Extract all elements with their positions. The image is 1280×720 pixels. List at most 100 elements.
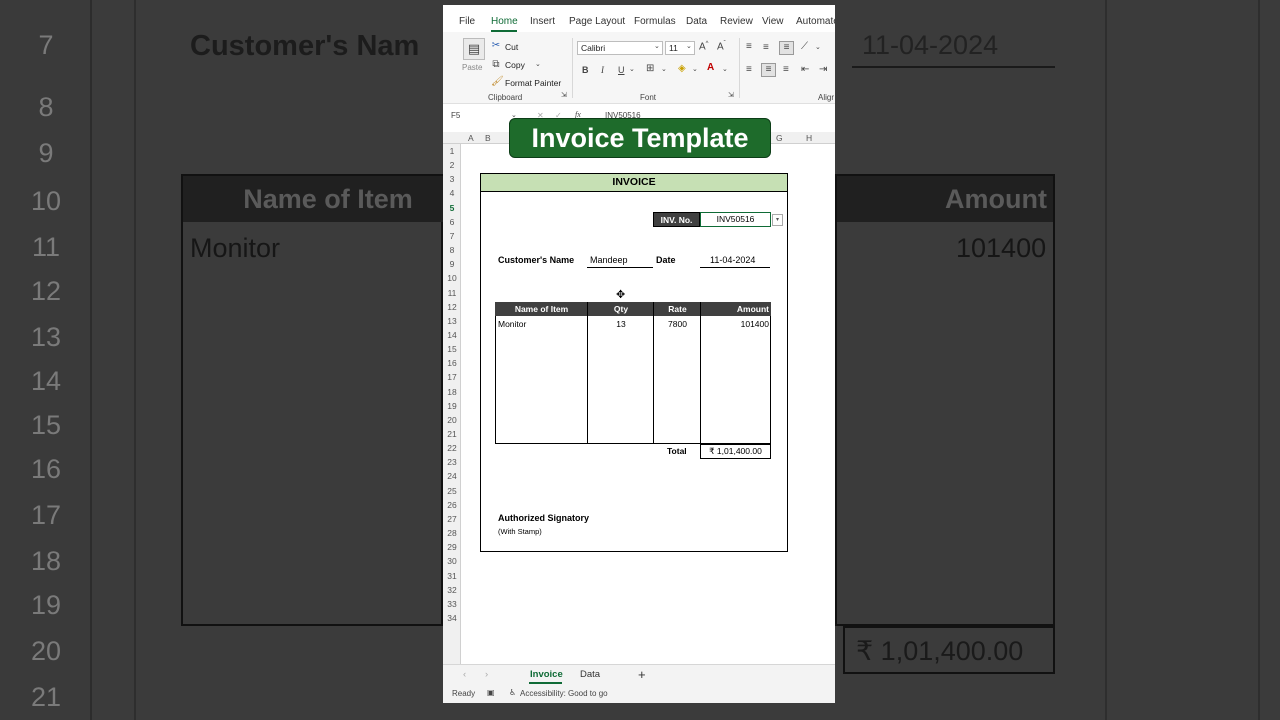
chevron-down-icon[interactable]: ⌄ bbox=[535, 60, 541, 68]
scroll-left-icon[interactable]: ‹ bbox=[463, 669, 466, 680]
invoice-number-label[interactable]: INV. No. bbox=[653, 212, 700, 227]
table-cell-item[interactable]: Monitor bbox=[498, 319, 526, 329]
row-header[interactable]: 20 bbox=[443, 415, 461, 425]
sheet-tab-invoice[interactable]: Invoice bbox=[530, 669, 563, 680]
row-header[interactable]: 29 bbox=[443, 542, 461, 552]
dialog-launcher-icon[interactable]: ⇲ bbox=[561, 91, 567, 99]
macro-record-icon[interactable]: ▣ bbox=[487, 688, 495, 697]
align-left-icon[interactable]: ≡ bbox=[746, 64, 752, 75]
table-header-qty[interactable]: Qty bbox=[588, 302, 654, 316]
row-header[interactable]: 28 bbox=[443, 528, 461, 538]
row-header[interactable]: 22 bbox=[443, 443, 461, 453]
table-header-item[interactable]: Name of Item bbox=[495, 302, 588, 316]
align-middle-icon[interactable]: ≡ bbox=[763, 42, 769, 53]
row-header[interactable]: 21 bbox=[443, 429, 461, 439]
paste-label[interactable]: Paste bbox=[462, 63, 482, 72]
row-header[interactable]: 16 bbox=[443, 358, 461, 368]
italic-button[interactable]: I bbox=[601, 65, 604, 75]
customer-name-label[interactable]: Customer's Name bbox=[498, 255, 574, 265]
borders-icon[interactable]: ⊞ bbox=[646, 63, 654, 74]
align-right-icon[interactable]: ≡ bbox=[783, 64, 789, 75]
chevron-down-icon[interactable]: ⌄ bbox=[722, 65, 728, 73]
tab-data[interactable]: Data bbox=[686, 16, 707, 27]
row-header[interactable]: 7 bbox=[443, 231, 461, 241]
row-header[interactable]: 19 bbox=[443, 401, 461, 411]
add-sheet-button[interactable]: + bbox=[638, 667, 646, 682]
row-header[interactable]: 13 bbox=[443, 316, 461, 326]
tab-automate[interactable]: Automate bbox=[796, 16, 835, 27]
chevron-down-icon[interactable]: ⌄ bbox=[661, 65, 667, 73]
decrease-indent-icon[interactable]: ⇤ bbox=[801, 64, 809, 75]
row-header[interactable]: 10 bbox=[443, 273, 461, 283]
align-center-icon[interactable]: ≡ bbox=[761, 63, 776, 77]
sheet-tab-data[interactable]: Data bbox=[580, 669, 600, 680]
row-header[interactable]: 15 bbox=[443, 344, 461, 354]
invoice-number-value[interactable]: INV50516 bbox=[700, 212, 771, 227]
chevron-down-icon[interactable]: ⌄ bbox=[629, 65, 635, 73]
decrease-font-icon[interactable]: Aˇ bbox=[717, 41, 726, 52]
font-name-select[interactable]: Calibri bbox=[577, 41, 663, 55]
table-cell-rate[interactable]: 7800 bbox=[654, 319, 701, 329]
column-header[interactable]: A bbox=[468, 133, 474, 143]
paste-icon[interactable]: ▤ bbox=[463, 38, 485, 60]
chevron-down-icon[interactable]: ⌄ bbox=[692, 65, 698, 73]
underline-button[interactable]: U bbox=[618, 65, 625, 75]
row-header[interactable]: 4 bbox=[443, 188, 461, 198]
column-header[interactable]: B bbox=[485, 133, 491, 143]
row-header[interactable]: 3 bbox=[443, 174, 461, 184]
row-header[interactable]: 26 bbox=[443, 500, 461, 510]
row-header[interactable]: 14 bbox=[443, 330, 461, 340]
chevron-down-icon[interactable]: ▾ bbox=[772, 214, 783, 226]
scroll-right-icon[interactable]: › bbox=[485, 669, 488, 680]
table-cell-amount[interactable]: 101400 bbox=[701, 319, 769, 329]
date-value[interactable]: 11-04-2024 bbox=[710, 255, 755, 265]
tab-page-layout[interactable]: Page Layout bbox=[569, 16, 625, 27]
name-box[interactable]: F5 bbox=[451, 111, 513, 120]
table-header-amount[interactable]: Amount bbox=[701, 302, 771, 316]
row-header[interactable]: 5 bbox=[443, 203, 461, 213]
tab-review[interactable]: Review bbox=[720, 16, 753, 27]
column-header[interactable]: G bbox=[776, 133, 783, 143]
row-header[interactable]: 12 bbox=[443, 302, 461, 312]
table-header-rate[interactable]: Rate bbox=[654, 302, 701, 316]
bold-button[interactable]: B bbox=[582, 65, 589, 75]
row-header[interactable]: 30 bbox=[443, 556, 461, 566]
row-header[interactable]: 8 bbox=[443, 245, 461, 255]
row-header[interactable]: 9 bbox=[443, 259, 461, 269]
row-header[interactable]: 6 bbox=[443, 217, 461, 227]
row-header[interactable]: 11 bbox=[443, 288, 461, 298]
align-top-icon[interactable]: ≡ bbox=[746, 41, 752, 52]
tab-home[interactable]: Home bbox=[491, 16, 518, 27]
increase-indent-icon[interactable]: ⇥ bbox=[819, 64, 827, 75]
accessibility-status[interactable]: Accessibility: Good to go bbox=[520, 689, 608, 698]
font-color-icon[interactable]: A bbox=[707, 62, 714, 73]
align-bottom-icon[interactable]: ≡ bbox=[779, 41, 794, 55]
total-label[interactable]: Total bbox=[667, 446, 687, 456]
column-header[interactable]: H bbox=[806, 133, 812, 143]
row-header[interactable]: 34 bbox=[443, 613, 461, 623]
tab-formulas[interactable]: Formulas bbox=[634, 16, 676, 27]
row-header[interactable]: 31 bbox=[443, 571, 461, 581]
row-header[interactable]: 27 bbox=[443, 514, 461, 524]
orientation-icon[interactable]: ⟋ bbox=[801, 41, 808, 52]
customer-name-value[interactable]: Mandeep bbox=[590, 255, 628, 265]
tab-insert[interactable]: Insert bbox=[530, 16, 555, 27]
fill-color-icon[interactable]: ◈ bbox=[678, 63, 686, 74]
row-header[interactable]: 2 bbox=[443, 160, 461, 170]
row-header[interactable]: 23 bbox=[443, 457, 461, 467]
chevron-down-icon[interactable]: ⌄ bbox=[815, 43, 821, 51]
tab-file[interactable]: File bbox=[459, 16, 475, 27]
row-header[interactable]: 1 bbox=[443, 146, 461, 156]
row-header[interactable]: 24 bbox=[443, 471, 461, 481]
table-cell-qty[interactable]: 13 bbox=[588, 319, 654, 329]
row-header[interactable]: 25 bbox=[443, 486, 461, 496]
row-header[interactable]: 18 bbox=[443, 387, 461, 397]
format-painter-button[interactable]: Format Painter bbox=[505, 78, 561, 88]
row-header[interactable]: 32 bbox=[443, 585, 461, 595]
row-header[interactable]: 17 bbox=[443, 372, 461, 382]
authorized-signatory[interactable]: Authorized Signatory bbox=[498, 513, 589, 523]
signatory-note[interactable]: (With Stamp) bbox=[498, 527, 542, 536]
cut-button[interactable]: Cut bbox=[505, 42, 518, 52]
row-header[interactable]: 33 bbox=[443, 599, 461, 609]
total-value[interactable]: ₹ 1,01,400.00 bbox=[700, 444, 771, 459]
